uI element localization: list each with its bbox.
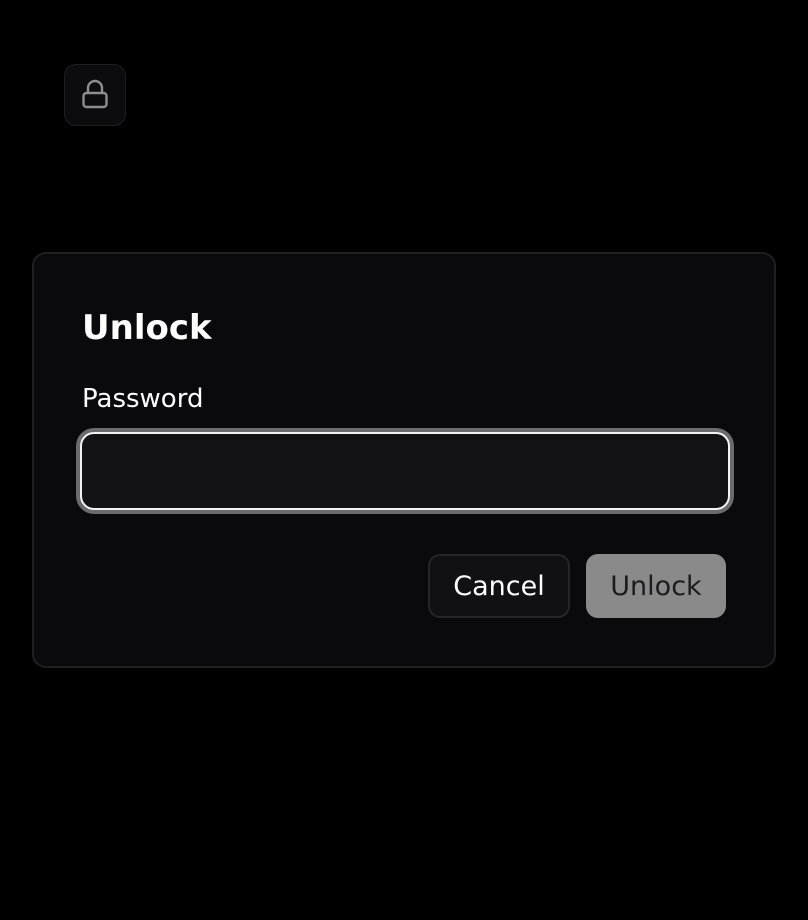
cancel-button[interactable]: Cancel	[428, 554, 570, 618]
dialog-title: Unlock	[82, 308, 212, 348]
lock-button[interactable]	[64, 64, 126, 126]
screen: Unlock Password Cancel Unlock	[0, 0, 808, 920]
unlock-dialog: Unlock Password Cancel Unlock	[32, 252, 776, 668]
password-label: Password	[82, 384, 204, 414]
unlock-button[interactable]: Unlock	[586, 554, 726, 618]
lock-icon	[80, 78, 110, 112]
password-input[interactable]	[80, 432, 730, 510]
